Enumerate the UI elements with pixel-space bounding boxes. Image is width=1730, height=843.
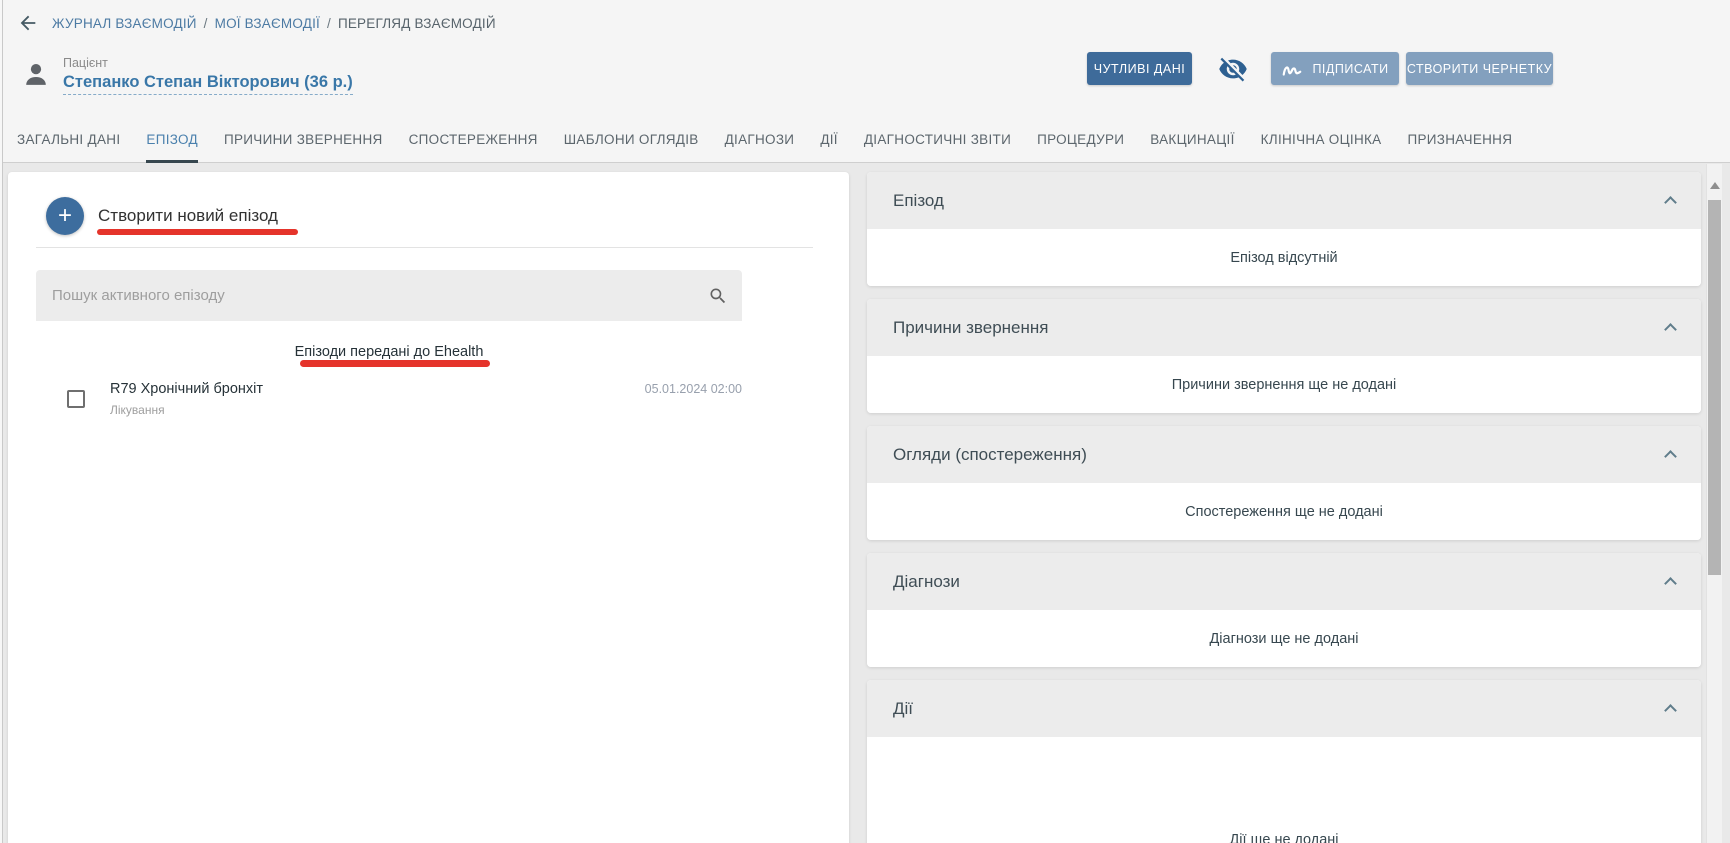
tab-diagnostic-reports[interactable]: ДІАГНОСТИЧНІ ЗВІТИ xyxy=(864,117,1011,163)
breadcrumb: ЖУРНАЛ ВЗАЄМОДІЙ / МОЇ ВЗАЄМОДІЇ / ПЕРЕГ… xyxy=(52,16,496,31)
episode-list-panel: + Створити новий епізод Епізоди передані… xyxy=(8,172,849,843)
card-episode-header[interactable]: Епізод xyxy=(867,172,1701,229)
card-title: Причини звернення xyxy=(893,318,1666,338)
episode-search-box xyxy=(36,270,742,321)
episode-list-item[interactable]: R79 Хронічний бронхіт Лікування 05.01.20… xyxy=(36,377,742,425)
episode-checkbox[interactable] xyxy=(67,390,85,408)
tab-actions[interactable]: ДІЇ xyxy=(820,117,838,163)
card-title: Дії xyxy=(893,699,1666,719)
tab-vaccinations[interactable]: ВАКЦИНАЦІЇ xyxy=(1150,117,1234,163)
red-underline-annotation xyxy=(97,229,298,235)
tab-bar: ЗАГАЛЬНІ ДАНІ ЕПІЗОД ПРИЧИНИ ЗВЕРНЕННЯ С… xyxy=(0,117,1730,163)
tab-general-data[interactable]: ЗАГАЛЬНІ ДАНІ xyxy=(17,117,120,163)
tab-procedures[interactable]: ПРОЦЕДУРИ xyxy=(1037,117,1124,163)
breadcrumb-link-journal[interactable]: ЖУРНАЛ ВЗАЄМОДІЙ xyxy=(52,16,197,31)
scrollbar-thumb[interactable] xyxy=(1708,200,1721,575)
tab-observations[interactable]: СПОСТЕРЕЖЕННЯ xyxy=(409,117,538,163)
episode-care-type: Лікування xyxy=(110,403,165,417)
card-empty-text: Дії ще не додані xyxy=(867,737,1701,843)
breadcrumb-current: ПЕРЕГЛЯД ВЗАЄМОДІЙ xyxy=(338,16,496,31)
chevron-up-icon[interactable] xyxy=(1664,704,1677,717)
tab-prescriptions[interactable]: ПРИЗНАЧЕННЯ xyxy=(1407,117,1512,163)
back-arrow-icon[interactable] xyxy=(16,11,40,35)
card-episode: Епізод Епізод відсутній xyxy=(867,172,1701,286)
card-diagnoses: Діагнози Діагнози ще не додані xyxy=(867,553,1701,667)
card-actions: Дії Дії ще не додані xyxy=(867,680,1701,843)
divider xyxy=(36,247,813,248)
scroll-up-arrow-icon[interactable] xyxy=(1710,182,1720,189)
card-title: Огляди (спостереження) xyxy=(893,445,1666,465)
card-diagnoses-header[interactable]: Діагнози xyxy=(867,553,1701,610)
patient-name-link[interactable]: Степанко Степан Вікторович (36 р.) xyxy=(63,73,353,95)
sign-button[interactable]: ПІДПИСАТИ xyxy=(1271,52,1399,85)
chevron-up-icon[interactable] xyxy=(1664,450,1677,463)
person-icon xyxy=(22,60,50,90)
tab-encounter-reasons[interactable]: ПРИЧИНИ ЗВЕРНЕННЯ xyxy=(224,117,383,163)
create-new-episode-link[interactable]: Створити новий епізод xyxy=(98,206,278,226)
card-title: Епізод xyxy=(893,191,1666,211)
patient-info: Пацієнт Степанко Степан Вікторович (36 р… xyxy=(22,56,353,92)
content-area: + Створити новий епізод Епізоди передані… xyxy=(0,163,1730,843)
visibility-off-icon[interactable] xyxy=(1218,54,1248,84)
signature-icon xyxy=(1281,60,1303,78)
card-encounter-reasons: Причини звернення Причини звернення ще н… xyxy=(867,299,1701,413)
sensitive-data-button[interactable]: ЧУТЛИВІ ДАНІ xyxy=(1087,52,1192,85)
tab-exam-templates[interactable]: ШАБЛОНИ ОГЛЯДІВ xyxy=(564,117,699,163)
chevron-up-icon[interactable] xyxy=(1664,323,1677,336)
breadcrumb-separator: / xyxy=(327,16,331,31)
episode-search-input[interactable] xyxy=(52,287,708,304)
chevron-up-icon[interactable] xyxy=(1664,196,1677,209)
card-observations-header[interactable]: Огляди (спостереження) xyxy=(867,426,1701,483)
red-underline-annotation xyxy=(300,360,490,367)
card-actions-header[interactable]: Дії xyxy=(867,680,1701,737)
episode-date: 05.01.2024 02:00 xyxy=(645,382,742,396)
patient-interaction-page: ЖУРНАЛ ВЗАЄМОДІЙ / МОЇ ВЗАЄМОДІЇ / ПЕРЕГ… xyxy=(0,0,1730,843)
episode-title: R79 Хронічний бронхіт xyxy=(110,381,263,397)
breadcrumb-row: ЖУРНАЛ ВЗАЄМОДІЙ / МОЇ ВЗАЄМОДІЇ / ПЕРЕГ… xyxy=(16,11,496,35)
patient-label: Пацієнт xyxy=(63,56,353,70)
plus-icon[interactable]: + xyxy=(46,197,84,235)
card-title: Діагнози xyxy=(893,572,1666,592)
tab-episode[interactable]: ЕПІЗОД xyxy=(146,117,198,163)
summary-column: Епізод Епізод відсутній Причини зверненн… xyxy=(867,172,1701,843)
scrollbar[interactable] xyxy=(1706,164,1722,843)
transferred-episodes-heading: Епізоди передані до Ehealth xyxy=(36,344,742,360)
search-icon[interactable] xyxy=(708,286,728,306)
card-empty-text: Причини звернення ще не додані xyxy=(867,356,1701,413)
card-empty-text: Діагнози ще не додані xyxy=(867,610,1701,667)
card-empty-text: Епізод відсутній xyxy=(867,229,1701,286)
tab-diagnoses[interactable]: ДІАГНОЗИ xyxy=(725,117,795,163)
card-empty-text: Спостереження ще не додані xyxy=(867,483,1701,540)
card-observations: Огляди (спостереження) Спостереження ще … xyxy=(867,426,1701,540)
breadcrumb-separator: / xyxy=(204,16,208,31)
sign-button-label: ПІДПИСАТИ xyxy=(1312,62,1388,76)
create-draft-button[interactable]: СТВОРИТИ ЧЕРНЕТКУ xyxy=(1406,52,1553,85)
breadcrumb-link-my-interactions[interactable]: МОЇ ВЗАЄМОДІЇ xyxy=(215,16,320,31)
tab-clinical-assessment[interactable]: КЛІНІЧНА ОЦІНКА xyxy=(1261,117,1382,163)
chevron-up-icon[interactable] xyxy=(1664,577,1677,590)
card-encounter-reasons-header[interactable]: Причини звернення xyxy=(867,299,1701,356)
page-header: ЖУРНАЛ ВЗАЄМОДІЙ / МОЇ ВЗАЄМОДІЇ / ПЕРЕГ… xyxy=(0,0,1730,163)
window-edge xyxy=(0,0,3,843)
